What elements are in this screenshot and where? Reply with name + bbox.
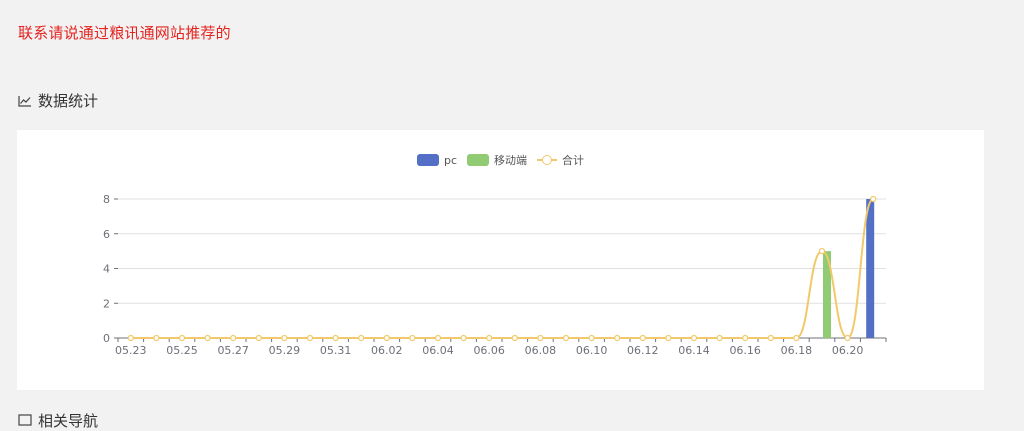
x-tick-label: 06.06 [473, 344, 505, 357]
statistics-chart: 0 2 4 6 8 05.23 05.25 05.27 05.29 05.31 06.02 06.04… [103, 193, 887, 357]
line-point-total [230, 334, 237, 342]
line-point-total [742, 334, 749, 342]
line-chart-icon [18, 95, 32, 107]
x-tick-label: 05.29 [269, 344, 301, 357]
x-tick-label: 06.14 [678, 344, 710, 357]
line-point-total [409, 334, 416, 342]
y-tick-label: 2 [103, 297, 110, 310]
x-tick-label: 06.02 [371, 344, 403, 357]
line-point-total [358, 334, 365, 342]
line-point-total [460, 334, 467, 342]
line-point-total [690, 334, 698, 342]
line-point-total [255, 334, 262, 342]
x-tick-label: 05.25 [166, 344, 198, 357]
recommendation-notice: 联系请说通过粮讯通网站推荐的 [18, 24, 231, 42]
line-point-total [204, 334, 211, 342]
line-point-total [588, 334, 595, 342]
line-point-total [793, 334, 800, 342]
line-point-total [870, 195, 877, 203]
line-point-total [716, 334, 723, 342]
line-point-total [537, 334, 544, 342]
nav-icon [18, 412, 32, 430]
y-tick-label: 4 [103, 263, 110, 276]
statistics-chart-panel: pc 移动端 合计 0 2 4 6 8 05.23 05.25 05.27 05.29 05.31… [17, 130, 984, 390]
x-tick-label: 05.31 [320, 344, 352, 357]
line-point-total [281, 334, 288, 342]
y-tick-label: 6 [103, 228, 110, 241]
line-point-total [818, 248, 826, 255]
y-tick-label: 0 [103, 332, 110, 345]
x-tick-label: 06.10 [576, 344, 608, 357]
line-point-total [511, 334, 518, 342]
line-point-total [332, 334, 339, 342]
x-tick-label: 06.08 [525, 344, 557, 357]
x-tick-label: 05.27 [217, 344, 249, 357]
line-point-total [844, 334, 851, 342]
line-point-total [486, 334, 493, 342]
x-tick-label: 06.12 [627, 344, 659, 357]
line-point-total [614, 334, 621, 342]
statistics-title-text: 数据统计 [38, 92, 99, 110]
line-point-total [767, 334, 774, 342]
line-point-total [127, 334, 134, 342]
x-tick-label: 05.23 [115, 344, 147, 357]
line-point-total [306, 334, 314, 342]
x-tick-label: 06.04 [422, 344, 454, 357]
line-point-total [562, 334, 570, 342]
line-point-total [178, 334, 186, 342]
line-point-total [639, 334, 646, 342]
line-point-total [153, 334, 160, 342]
related-nav-section-title: 相关导航 [18, 410, 98, 431]
y-tick-label: 8 [103, 193, 110, 206]
statistics-section-title: 数据统计 [18, 90, 98, 111]
bar-pc [866, 199, 875, 338]
line-point-total [665, 334, 672, 342]
x-tick-label: 06.18 [781, 344, 813, 357]
line-point-total [383, 334, 390, 342]
related-nav-title-text: 相关导航 [38, 412, 99, 430]
line-point-total [434, 334, 442, 342]
x-tick-label: 06.16 [729, 344, 761, 357]
x-tick-label: 06.20 [832, 344, 864, 357]
